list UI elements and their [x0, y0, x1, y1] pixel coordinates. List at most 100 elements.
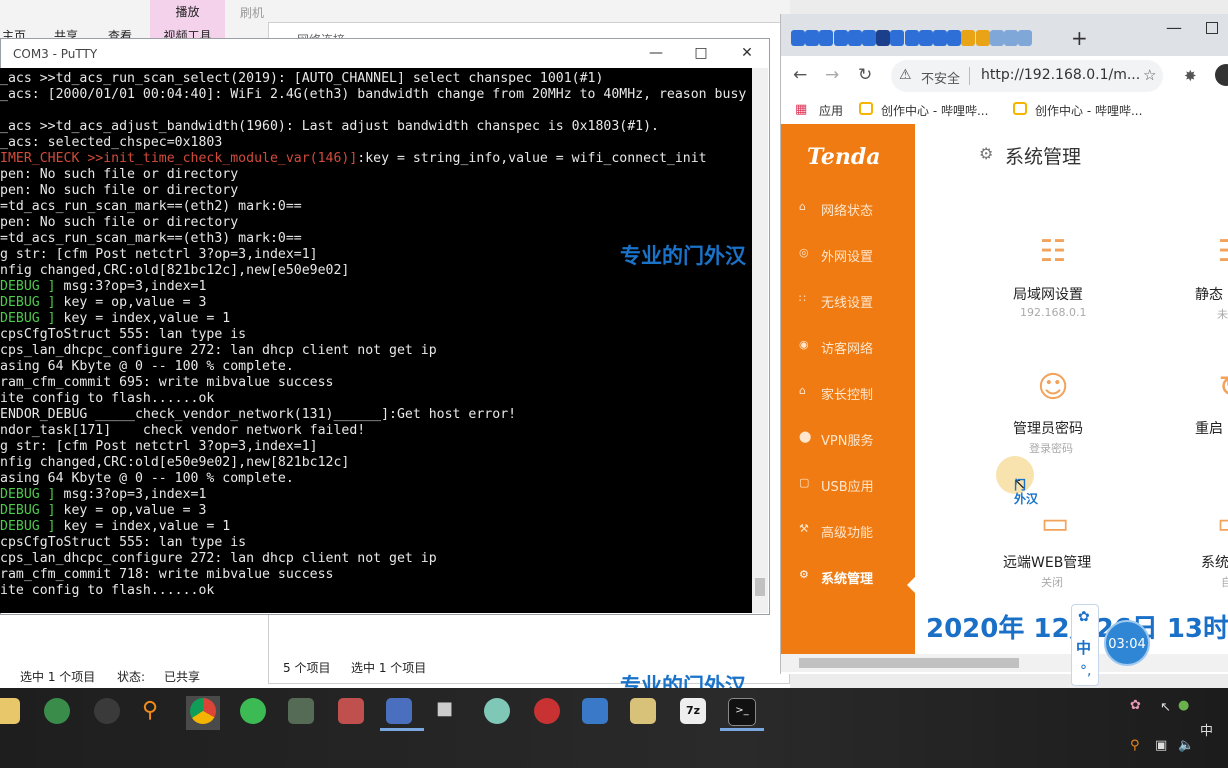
tray-search-icon[interactable]: ⚲ — [1130, 738, 1140, 753]
terminal-line: =td_acs_run_scan_mark==(eth2) mark:0== — [0, 199, 302, 214]
terminal-line: g str: [cfm Post netctrl 3?op=3,index=1] — [0, 247, 318, 262]
apps-icon[interactable]: ▦ — [795, 102, 807, 117]
tab-favicon-icon[interactable] — [961, 30, 976, 46]
tab-favicon-icon[interactable] — [805, 30, 820, 46]
card-admin-title[interactable]: 管理员密码 — [1013, 418, 1083, 438]
sidebar-item[interactable]: ∷ 无线设置 — [781, 286, 915, 316]
tab-favicon-icon[interactable] — [847, 30, 862, 46]
gear-app-icon[interactable] — [288, 698, 314, 724]
explorer-search-icon[interactable] — [630, 698, 656, 724]
7zip-icon[interactable]: 7z — [680, 698, 706, 724]
tab-favicon-icon[interactable] — [819, 30, 834, 46]
sidebar-item-label: 系统管理 — [821, 572, 874, 587]
menu-icon: ∷ — [799, 292, 806, 305]
volume-icon[interactable]: 🔈 — [1178, 738, 1194, 753]
tab-favicon-icon[interactable] — [904, 30, 919, 46]
terminal-line: DEBUG ] key = index,value = 1 — [0, 311, 231, 326]
bookmarks-bar: ▦ 应用 创作中心 - 哔哩哔... 创作中心 - 哔哩哔... — [781, 96, 1228, 125]
router-content: ⚙ 系统管理 ☷ 局域网设置 192.168.0.1 ☷ 静态 未 ☺ 管理员密… — [915, 124, 1228, 654]
ime-mode[interactable]: 中 — [1076, 637, 1091, 658]
tray-monitor-icon[interactable]: ▣ — [1155, 738, 1167, 753]
red-app-icon[interactable] — [534, 698, 560, 724]
sidebar-item[interactable]: ⌂ 网络状态 — [781, 194, 915, 224]
watermark-text: 专业的门外汉 — [620, 244, 746, 268]
terminal-line: ite config to flash......ok — [0, 583, 215, 598]
forward-icon[interactable]: → — [825, 65, 839, 85]
bookmark-apps[interactable]: 应用 — [819, 102, 843, 119]
terminal-icon[interactable]: >_ — [728, 698, 756, 726]
terminal-scrollbar[interactable] — [752, 68, 768, 613]
tab-favicon-icon[interactable] — [975, 30, 990, 46]
tab-favicon-icon[interactable] — [1018, 30, 1033, 46]
router-sidebar: Tenda ⌂ 网络状态 ◎ 外网设置 ∷ 无线设置 ◉ 访客网络 ⌂ 家长控制 ⬤ VPN服务 ▢ US… — [781, 124, 916, 654]
recording-timer[interactable]: 03:04 — [1104, 620, 1150, 666]
tray-network-icon[interactable]: ● — [1178, 698, 1189, 713]
extensions-icon[interactable]: ✸ — [1184, 67, 1197, 85]
network-icon[interactable] — [44, 698, 70, 724]
card-lan-title[interactable]: 局域网设置 — [1013, 284, 1083, 304]
card-web-sub: 关闭 — [1041, 576, 1063, 589]
tray-flower-icon[interactable]: ✿ — [1130, 698, 1141, 713]
sidebar-item[interactable]: ⌂ 家长控制 — [781, 378, 915, 408]
network-tool-icon[interactable] — [386, 698, 412, 724]
sidebar-item[interactable]: ◉ 访客网络 — [781, 332, 915, 362]
close-icon[interactable]: ✕ — [737, 44, 757, 62]
folder-icon[interactable] — [0, 698, 20, 724]
terminal-output[interactable]: _acs >>td_acs_run_scan_select(2019): [AU… — [0, 68, 752, 613]
address-bar[interactable]: ⚠ 不安全 http://192.168.0.1/m... ☆ — [891, 60, 1163, 92]
minimize-icon[interactable]: — — [646, 44, 666, 62]
card-static-title[interactable]: 静态 — [1195, 284, 1223, 304]
reload-icon[interactable]: ↻ — [858, 65, 872, 85]
play-icon[interactable] — [240, 698, 266, 724]
star-icon[interactable]: ☆ — [1143, 66, 1156, 84]
flower-icon[interactable] — [484, 698, 510, 724]
tab-favicon-icon[interactable] — [1004, 30, 1018, 46]
tab-favicon-icon[interactable] — [833, 30, 848, 46]
sidebar-item[interactable]: ⚒ 高级功能 — [781, 516, 915, 546]
card-web-title[interactable]: 远端WEB管理 — [1003, 552, 1091, 572]
tab-favicon-icon[interactable] — [862, 30, 876, 46]
minimize-icon[interactable]: — — [1166, 18, 1182, 37]
card-reboot-title[interactable]: 重启 — [1195, 418, 1223, 438]
tab-favicon-icon[interactable] — [918, 30, 933, 46]
sidebar-item[interactable]: ◎ 外网设置 — [781, 240, 915, 270]
tab-favicon-icon[interactable] — [876, 30, 891, 46]
search-icon[interactable]: ⚲ — [142, 698, 168, 724]
putty-title-bar[interactable]: COM3 - PuTTY — □ ✕ — [1, 39, 769, 69]
horizontal-scrollbar[interactable] — [781, 654, 1228, 672]
avatar[interactable] — [1215, 64, 1228, 86]
tab-favicon-icon[interactable] — [947, 30, 962, 46]
new-tab-icon[interactable]: + — [1071, 26, 1088, 50]
maximize-icon[interactable]: □ — [691, 44, 711, 62]
card-system-title[interactable]: 系统 — [1201, 552, 1228, 572]
sidebar-item[interactable]: ▢ USB应用 — [781, 470, 915, 500]
app-icon[interactable] — [94, 698, 120, 724]
scrollbar-thumb[interactable] — [799, 658, 1019, 668]
tab-favicon-icon[interactable] — [989, 30, 1004, 46]
monitor-icon: ▭ — [1040, 506, 1070, 541]
scrollbar-thumb[interactable] — [755, 578, 765, 596]
static-route-icon: ☷ — [1209, 230, 1228, 274]
sidebar-item[interactable]: ⚙ 系统管理 — [781, 562, 915, 592]
ime-toolbar[interactable]: ✿ 中 °, — [1071, 604, 1099, 686]
paw-icon[interactable]: ✿ — [1078, 609, 1090, 625]
terminal-line: pen: No such file or directory — [0, 183, 239, 198]
toolbox-icon[interactable] — [338, 698, 364, 724]
bookmark-bilibili-1[interactable]: 创作中心 - 哔哩哔... — [881, 102, 988, 119]
tray-ime[interactable]: 中 — [1200, 720, 1213, 739]
bookmark-bilibili-2[interactable]: 创作中心 - 哔哩哔... — [1035, 102, 1142, 119]
ribbon-tab-play[interactable]: 播放 — [150, 3, 225, 20]
tab-favicon-icon[interactable] — [890, 30, 905, 46]
chrome-icon[interactable] — [190, 698, 216, 724]
screen-icon[interactable] — [582, 698, 608, 724]
status-selected: 选中 1 个项目 — [20, 670, 96, 684]
tray-arrow-icon[interactable]: ↖ — [1160, 700, 1171, 715]
sidebar-item[interactable]: ⬤ VPN服务 — [781, 424, 915, 454]
tab-favicon-icon[interactable] — [791, 30, 805, 46]
file-icon[interactable]: ■ — [436, 698, 462, 724]
ime-punctuation[interactable]: °, — [1080, 663, 1091, 679]
maximize-icon[interactable] — [1206, 22, 1218, 34]
user-lock-icon: ☺ — [1037, 370, 1069, 405]
tab-favicon-icon[interactable] — [933, 30, 947, 46]
back-icon[interactable]: ← — [793, 65, 807, 85]
